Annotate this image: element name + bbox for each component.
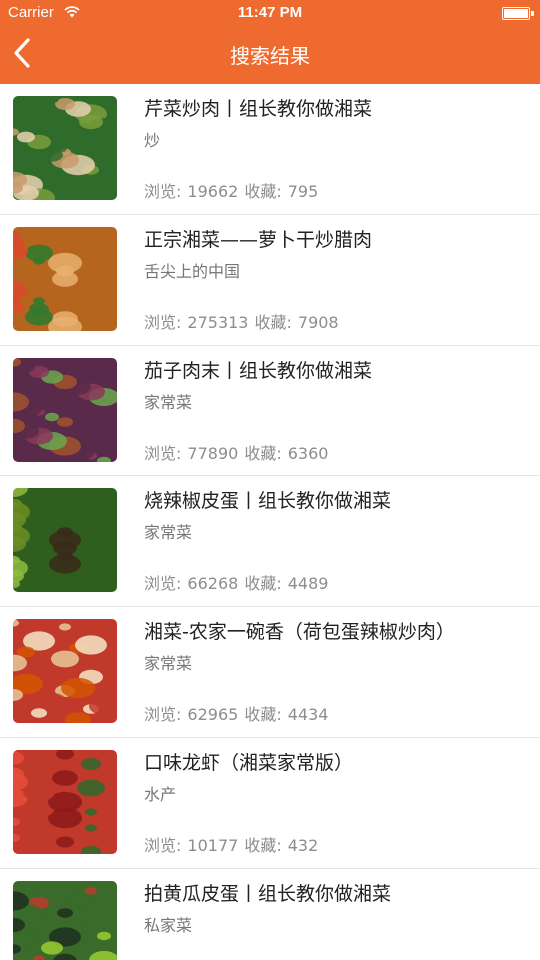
favorites-label: 收藏:: [254, 312, 292, 332]
battery-tip: [531, 11, 534, 16]
list-item[interactable]: 拍黄瓜皮蛋丨组长教你做湘菜 私家菜: [0, 868, 540, 960]
favorites-count: 7908: [297, 312, 339, 332]
recipe-stats: 浏览: 10177 收藏: 432: [144, 832, 324, 856]
recipe-thumbnail: [13, 619, 117, 724]
views-label: 浏览:: [144, 182, 182, 201]
list-item[interactable]: 茄子肉末丨组长教你做湘菜 家常菜浏览: 77890 收藏: 6360: [0, 345, 540, 477]
recipe-title: 湘菜-农家一碗香（荷包蛋辣椒炒肉）: [144, 621, 455, 644]
recipe-thumbnail: [13, 749, 117, 854]
views-count: 77890: [187, 443, 239, 463]
list-item[interactable]: 芹菜炒肉丨组长教你做湘菜炒浏览: 19662 收藏: 795: [0, 84, 540, 215]
recipe-stats: 浏览: 275313 收藏: 7908: [144, 309, 345, 333]
battery-icon: [502, 7, 530, 20]
list-item[interactable]: 湘菜-农家一碗香（荷包蛋辣椒炒肉） 家常菜浏览: 62965 收藏: 4434: [0, 607, 540, 738]
recipe-title: 茄子肉末丨组长教你做湘菜: [144, 359, 373, 382]
favorites-count: 795: [287, 182, 319, 201]
recipe-category: 家常菜: [144, 392, 193, 412]
recipe-thumbnail: [13, 880, 117, 960]
recipe-stats: 浏览: 77890 收藏: 6360: [144, 440, 334, 464]
recipe-title: 芹菜炒肉丨组长教你做湘菜: [144, 98, 373, 120]
views-label: 浏览:: [144, 312, 182, 332]
favorites-label: 收藏:: [244, 182, 282, 201]
recipe-list: 芹菜炒肉丨组长教你做湘菜炒浏览: 19662 收藏: 795 正宗湘菜——萝卜干炒腊肉舌…: [0, 84, 540, 960]
views-count: 275313: [187, 312, 249, 332]
recipe-stats: 浏览: 66268 收藏: 4489: [144, 570, 334, 594]
views-count: 19662: [187, 182, 239, 201]
favorites-count: 432: [287, 835, 319, 855]
list-item[interactable]: 口味龙虾（湘菜家常版） 水产浏览: 10177 收藏: 432: [0, 737, 540, 869]
recipe-stats: 浏览: 62965 收藏: 4434: [144, 701, 334, 725]
recipe-category: 家常菜: [144, 654, 193, 674]
favorites-label: 收藏:: [244, 705, 282, 725]
recipe-category: 私家菜: [144, 915, 193, 935]
app-header: Carrier 11:47 PM 搜索结果: [0, 0, 540, 84]
recipe-thumbnail: [13, 357, 117, 462]
favorites-label: 收藏:: [244, 574, 282, 594]
favorites-count: 4434: [287, 705, 329, 725]
views-label: 浏览:: [144, 443, 182, 463]
recipe-title: 烧辣椒皮蛋丨组长教你做湘菜: [144, 490, 392, 513]
favorites-count: 6360: [287, 443, 329, 463]
favorites-label: 收藏:: [244, 443, 282, 463]
recipe-category: 家常菜: [144, 523, 193, 543]
recipe-title: 拍黄瓜皮蛋丨组长教你做湘菜: [144, 882, 392, 905]
recipe-thumbnail: [13, 96, 117, 200]
views-label: 浏览:: [144, 574, 182, 594]
recipe-thumbnail: [13, 226, 117, 331]
status-bar: Carrier 11:47 PM: [0, 0, 540, 28]
views-count: 10177: [187, 835, 239, 855]
status-time: 11:47 PM: [237, 4, 303, 21]
recipe-title: 正宗湘菜——萝卜干炒腊肉: [144, 228, 373, 251]
recipe-category: 水产: [144, 784, 177, 804]
recipe-category: 舌尖上的中国: [144, 261, 241, 281]
recipe-category: 炒: [144, 131, 161, 150]
recipe-title: 口味龙虾（湘菜家常版）: [144, 751, 354, 774]
views-count: 66268: [187, 574, 239, 594]
views-count: 62965: [187, 705, 239, 725]
favorites-label: 收藏:: [244, 835, 282, 855]
views-label: 浏览:: [144, 705, 182, 725]
recipe-stats: 浏览: 19662 收藏: 795: [144, 178, 324, 202]
views-label: 浏览:: [144, 835, 182, 855]
list-item[interactable]: 正宗湘菜——萝卜干炒腊肉 舌尖上的中国 浏览: 275313 收藏: 7908: [0, 214, 540, 346]
page-title: 搜索结果: [230, 44, 310, 68]
list-item[interactable]: 烧辣椒皮蛋丨组长教你做湘菜 家常菜浏览: 66268 收藏: 4489: [0, 476, 540, 608]
recipe-thumbnail: [13, 488, 117, 593]
favorites-count: 4489: [287, 574, 329, 594]
